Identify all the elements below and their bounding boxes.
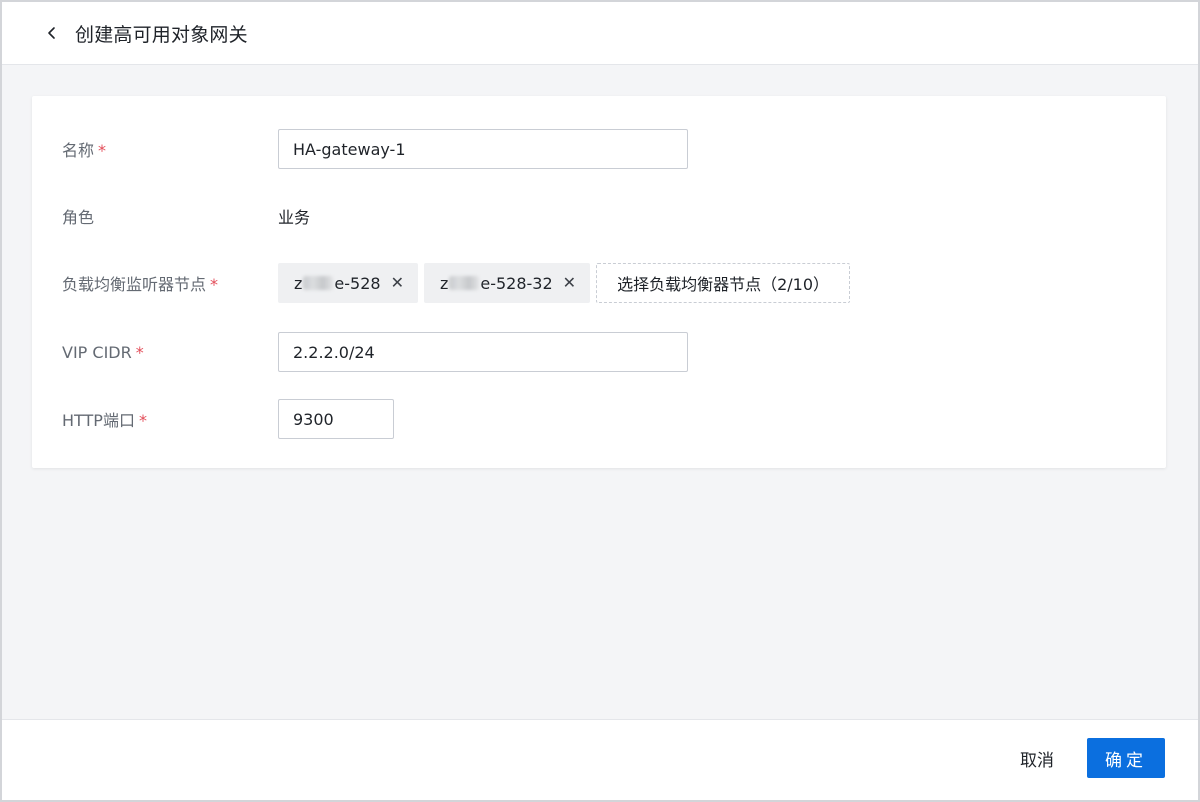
vip-cidr-control: [278, 332, 688, 372]
lb-nodes-label-text: 负载均衡监听器节点: [62, 275, 207, 294]
required-mark: *: [135, 342, 144, 362]
http-port-label-text: HTTP端口: [62, 411, 135, 430]
node-tag: z e-528-32 ✕: [423, 263, 591, 303]
required-mark: *: [138, 411, 147, 430]
http-port-control: [278, 399, 394, 439]
form-row-name: 名称 *: [32, 129, 1166, 169]
http-port-input[interactable]: [278, 399, 394, 439]
back-button[interactable]: [37, 18, 67, 48]
page-header: 创建高可用对象网关: [2, 2, 1198, 65]
name-control: [278, 129, 688, 169]
app-window: 创建高可用对象网关 名称* 角色 业务 负载均衡监听器节点*: [0, 0, 1200, 802]
form-row-lb-nodes: 负载均衡监听器节点 * z e-528 ✕ z e-528-32 ✕ 选择负载均衡…: [32, 263, 1166, 303]
node-tag-prefix: z: [294, 273, 303, 293]
form-row-http-port: HTTP端口 *: [32, 399, 1166, 439]
required-mark: *: [210, 275, 219, 294]
chevron-left-icon: [48, 27, 55, 39]
http-port-label: HTTP端口 *: [62, 407, 147, 431]
confirm-button[interactable]: 确定: [1087, 738, 1165, 778]
name-label: 名称 *: [62, 137, 106, 161]
page-footer: 取消 确定: [2, 719, 1198, 800]
redacted-text: [449, 276, 480, 290]
page-title: 创建高可用对象网关: [75, 23, 248, 46]
vip-cidr-input[interactable]: [278, 332, 688, 372]
name-input[interactable]: [278, 129, 688, 169]
node-tag-suffix: e-528: [334, 273, 381, 293]
name-label-text: 名称: [62, 141, 95, 160]
close-icon[interactable]: ✕: [563, 275, 576, 291]
node-tag: z e-528 ✕: [278, 263, 418, 303]
node-tag-prefix: z: [439, 273, 449, 293]
role-label: 角色: [62, 208, 95, 227]
form-card: 名称* 角色 业务 负载均衡监听器节点* z e-528 ✕: [32, 96, 1166, 468]
vip-cidr-label-text: VIP CIDR: [62, 342, 132, 362]
cancel-button[interactable]: 取消: [1018, 738, 1056, 778]
form-row-vip-cidr: VIP CIDR *: [32, 332, 1166, 372]
select-lb-node-button[interactable]: 选择负载均衡器节点（2/10）: [596, 263, 851, 303]
node-tag-suffix: e-528-32: [480, 273, 553, 293]
form-row-role: 角色 业务: [32, 196, 1166, 236]
lb-nodes-tags: z e-528 ✕ z e-528-32 ✕ 选择负载均衡器节点（2/10）: [278, 263, 851, 303]
role-value: 业务: [278, 208, 311, 227]
redacted-text: [303, 276, 334, 290]
required-mark: *: [98, 141, 107, 160]
close-icon[interactable]: ✕: [391, 275, 404, 291]
vip-cidr-label: VIP CIDR *: [62, 343, 144, 362]
lb-nodes-label: 负载均衡监听器节点 *: [62, 271, 218, 295]
role-control: 业务: [278, 204, 310, 228]
